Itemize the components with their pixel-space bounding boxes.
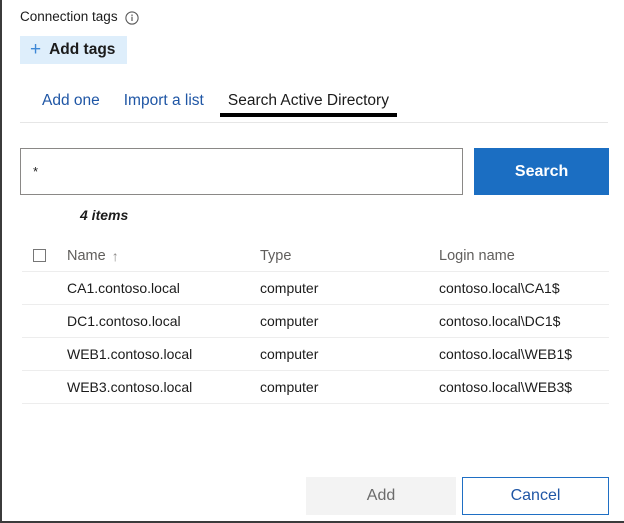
search-button[interactable]: Search bbox=[474, 148, 609, 195]
select-all-cell bbox=[22, 249, 57, 262]
plus-icon: + bbox=[30, 38, 42, 60]
results-count: 4 items bbox=[80, 207, 129, 223]
cell-login-name: contoso.local\WEB1$ bbox=[439, 346, 573, 362]
table-row[interactable]: DC1.contoso.local computer contoso.local… bbox=[22, 305, 609, 338]
connection-tags-dialog: Connection tags + Add tags Add one Impor… bbox=[0, 0, 624, 523]
table-row[interactable]: WEB3.contoso.local computer contoso.loca… bbox=[22, 371, 609, 404]
cell-name: WEB3.contoso.local bbox=[67, 379, 193, 395]
cell-name: CA1.contoso.local bbox=[67, 280, 180, 296]
cell-login-name: contoso.local\WEB3$ bbox=[439, 379, 573, 395]
select-all-checkbox[interactable] bbox=[33, 249, 46, 262]
tab-import-a-list[interactable]: Import a list bbox=[112, 88, 216, 114]
dialog-footer: Add Cancel bbox=[2, 477, 622, 517]
cell-type: computer bbox=[260, 346, 319, 362]
table-header-row: Name ↑ Type Login name bbox=[22, 240, 609, 272]
info-circle-icon[interactable] bbox=[124, 10, 139, 25]
tab-add-one[interactable]: Add one bbox=[20, 88, 112, 114]
cell-type: computer bbox=[260, 313, 319, 329]
column-header-name[interactable]: Name ↑ bbox=[57, 248, 260, 264]
results-table: Name ↑ Type Login name CA1.contoso.local… bbox=[22, 240, 609, 404]
cell-name: DC1.contoso.local bbox=[67, 313, 181, 329]
cell-login-name: contoso.local\CA1$ bbox=[439, 280, 560, 296]
tab-bar-divider bbox=[20, 122, 608, 123]
cell-type: computer bbox=[260, 379, 319, 395]
tab-search-active-directory[interactable]: Search Active Directory bbox=[216, 88, 401, 117]
table-row[interactable]: WEB1.contoso.local computer contoso.loca… bbox=[22, 338, 609, 371]
cell-login-name: contoso.local\DC1$ bbox=[439, 313, 561, 329]
tab-bar: Add one Import a list Search Active Dire… bbox=[20, 88, 608, 120]
section-label: Connection tags bbox=[20, 9, 139, 25]
sort-ascending-icon: ↑ bbox=[111, 247, 119, 264]
add-button[interactable]: Add bbox=[306, 477, 456, 515]
section-label-text: Connection tags bbox=[20, 9, 118, 24]
column-header-name-label: Name bbox=[67, 247, 106, 264]
table-row[interactable]: CA1.contoso.local computer contoso.local… bbox=[22, 272, 609, 305]
search-row: Search bbox=[20, 148, 609, 195]
cell-type: computer bbox=[260, 280, 319, 296]
cancel-button[interactable]: Cancel bbox=[462, 477, 609, 515]
search-input[interactable] bbox=[20, 148, 464, 195]
add-tags-button[interactable]: + Add tags bbox=[20, 36, 128, 64]
column-header-login-name[interactable]: Login name bbox=[439, 248, 609, 264]
cell-name: WEB1.contoso.local bbox=[67, 346, 193, 362]
add-tags-label: Add tags bbox=[49, 41, 116, 58]
column-header-type[interactable]: Type bbox=[260, 248, 439, 264]
